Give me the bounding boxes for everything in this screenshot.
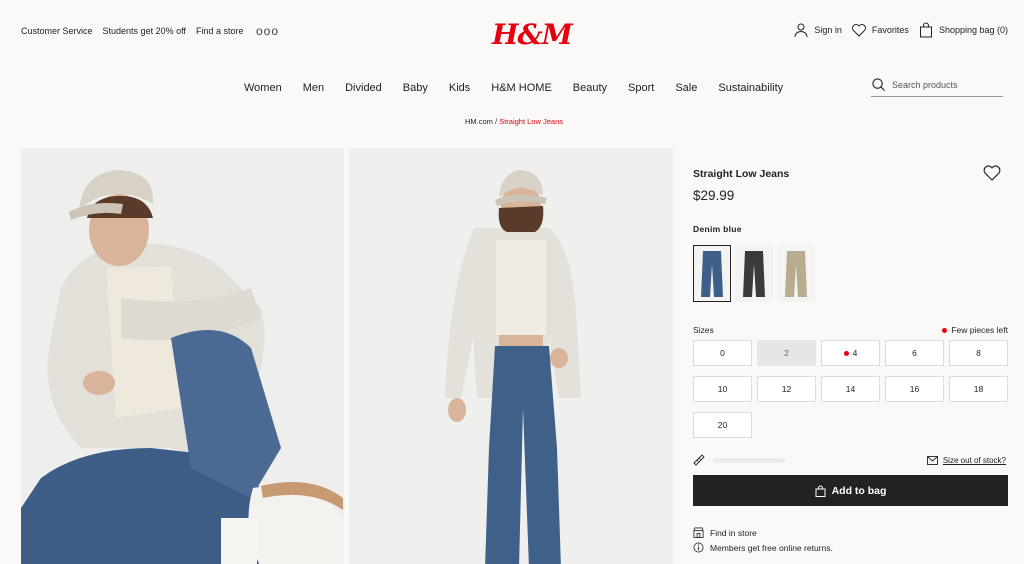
nav-item-kids[interactable]: Kids — [449, 82, 470, 94]
find-in-store-link[interactable]: Find in store — [693, 527, 757, 538]
size-label: 4 — [852, 348, 858, 358]
color-swatches — [693, 245, 815, 302]
heart-icon — [851, 24, 866, 37]
nav-item-sustainability[interactable]: Sustainability — [718, 82, 783, 94]
find-in-store-label: Find in store — [710, 527, 757, 538]
shopping-bag-label: Shopping bag (0) — [938, 25, 1008, 35]
model-standing-illustration — [349, 148, 673, 564]
size-option[interactable]: 6 — [885, 340, 944, 366]
nav-item-baby[interactable]: Baby — [403, 82, 428, 94]
search-icon — [872, 78, 885, 91]
sign-in-button[interactable]: Sign in — [793, 22, 842, 38]
swatch-black[interactable] — [735, 245, 773, 302]
breadcrumb-current: Straight Low Jeans — [499, 117, 563, 126]
add-to-bag-label: Add to bag — [831, 484, 887, 497]
nav-item-men[interactable]: Men — [303, 82, 324, 94]
info-icon — [693, 542, 704, 553]
find-store-link[interactable]: Find a store — [196, 26, 244, 36]
size-guide-placeholder-bar — [713, 457, 785, 463]
nav-item-women[interactable]: Women — [244, 82, 282, 94]
favorites-label: Favorites — [871, 25, 909, 35]
size-grid: 0 2 4 6 8 10 12 14 16 18 20 — [693, 340, 1008, 438]
low-stock-dot — [942, 327, 948, 333]
product-image-standing[interactable] — [349, 148, 673, 564]
size-option[interactable]: 10 — [693, 376, 752, 402]
jeans-black-icon — [743, 250, 765, 297]
nav-item-divided[interactable]: Divided — [345, 82, 382, 94]
add-to-bag-button[interactable]: Add to bag — [693, 475, 1008, 506]
size-option[interactable]: 2 — [757, 340, 816, 366]
size-guide[interactable] — [693, 454, 785, 466]
search-placeholder: Search products — [892, 79, 958, 90]
hm-logo[interactable]: H&M — [492, 18, 573, 51]
more-menu-button[interactable]: ooo — [256, 24, 279, 38]
swatch-denim-blue[interactable] — [693, 245, 731, 302]
size-option[interactable]: 0 — [693, 340, 752, 366]
size-option[interactable]: 12 — [757, 376, 816, 402]
product-price: $29.99 — [693, 188, 735, 203]
nav-item-beauty[interactable]: Beauty — [573, 82, 607, 94]
favorite-heart-icon[interactable] — [982, 163, 1002, 183]
sizes-label: Sizes — [693, 325, 714, 335]
size-option[interactable]: 16 — [885, 376, 944, 402]
size-out-of-stock-link[interactable]: Size out of stock? — [926, 456, 1006, 465]
customer-service-link[interactable]: Customer Service — [21, 26, 93, 36]
bag-icon — [815, 485, 826, 497]
size-option[interactable]: 8 — [949, 340, 1008, 366]
bag-icon — [919, 22, 932, 38]
ruler-icon — [693, 454, 705, 466]
color-name: Denim blue — [693, 224, 742, 234]
returns-info: Members get free online returns. — [693, 542, 833, 553]
account-bar: Sign in Favorites Shopping bag (0) — [793, 22, 1008, 38]
envelope-icon — [926, 456, 938, 465]
store-icon — [693, 527, 704, 538]
nav-item-sport[interactable]: Sport — [628, 82, 654, 94]
nav-item-sale[interactable]: Sale — [675, 82, 697, 94]
few-pieces-left-legend: Few pieces left — [942, 325, 1008, 335]
size-option[interactable]: 18 — [949, 376, 1008, 402]
breadcrumb-home[interactable]: HM.com — [465, 117, 493, 126]
size-option-low-stock[interactable]: 4 — [821, 340, 880, 366]
product-title: Straight Low Jeans — [693, 168, 790, 180]
favorites-button[interactable]: Favorites — [851, 22, 909, 38]
product-image-seated[interactable] — [21, 148, 344, 564]
swatch-beige[interactable] — [777, 245, 815, 302]
low-stock-dot — [843, 350, 849, 356]
jeans-blue-icon — [701, 250, 723, 297]
breadcrumb: HM.com / Straight Low Jeans — [465, 117, 563, 126]
user-icon — [794, 23, 808, 38]
sign-in-label: Sign in — [814, 25, 842, 35]
shopping-bag-button[interactable]: Shopping bag (0) — [918, 22, 1008, 38]
size-option[interactable]: 20 — [693, 412, 752, 438]
few-pieces-left-label: Few pieces left — [951, 325, 1008, 335]
jeans-beige-icon — [785, 250, 807, 297]
size-option[interactable]: 14 — [821, 376, 880, 402]
model-seated-illustration — [21, 148, 344, 564]
nav-item-hm-home[interactable]: H&M HOME — [491, 82, 552, 94]
search-input[interactable]: Search products — [871, 77, 1003, 97]
size-out-of-stock-label: Size out of stock? — [942, 456, 1006, 465]
breadcrumb-separator: / — [495, 117, 498, 126]
utility-links: Customer Service Students get 20% off Fi… — [21, 26, 243, 36]
returns-label: Members get free online returns. — [710, 542, 833, 553]
students-discount-link[interactable]: Students get 20% off — [103, 26, 186, 36]
main-nav: Women Men Divided Baby Kids H&M HOME Bea… — [244, 82, 783, 94]
